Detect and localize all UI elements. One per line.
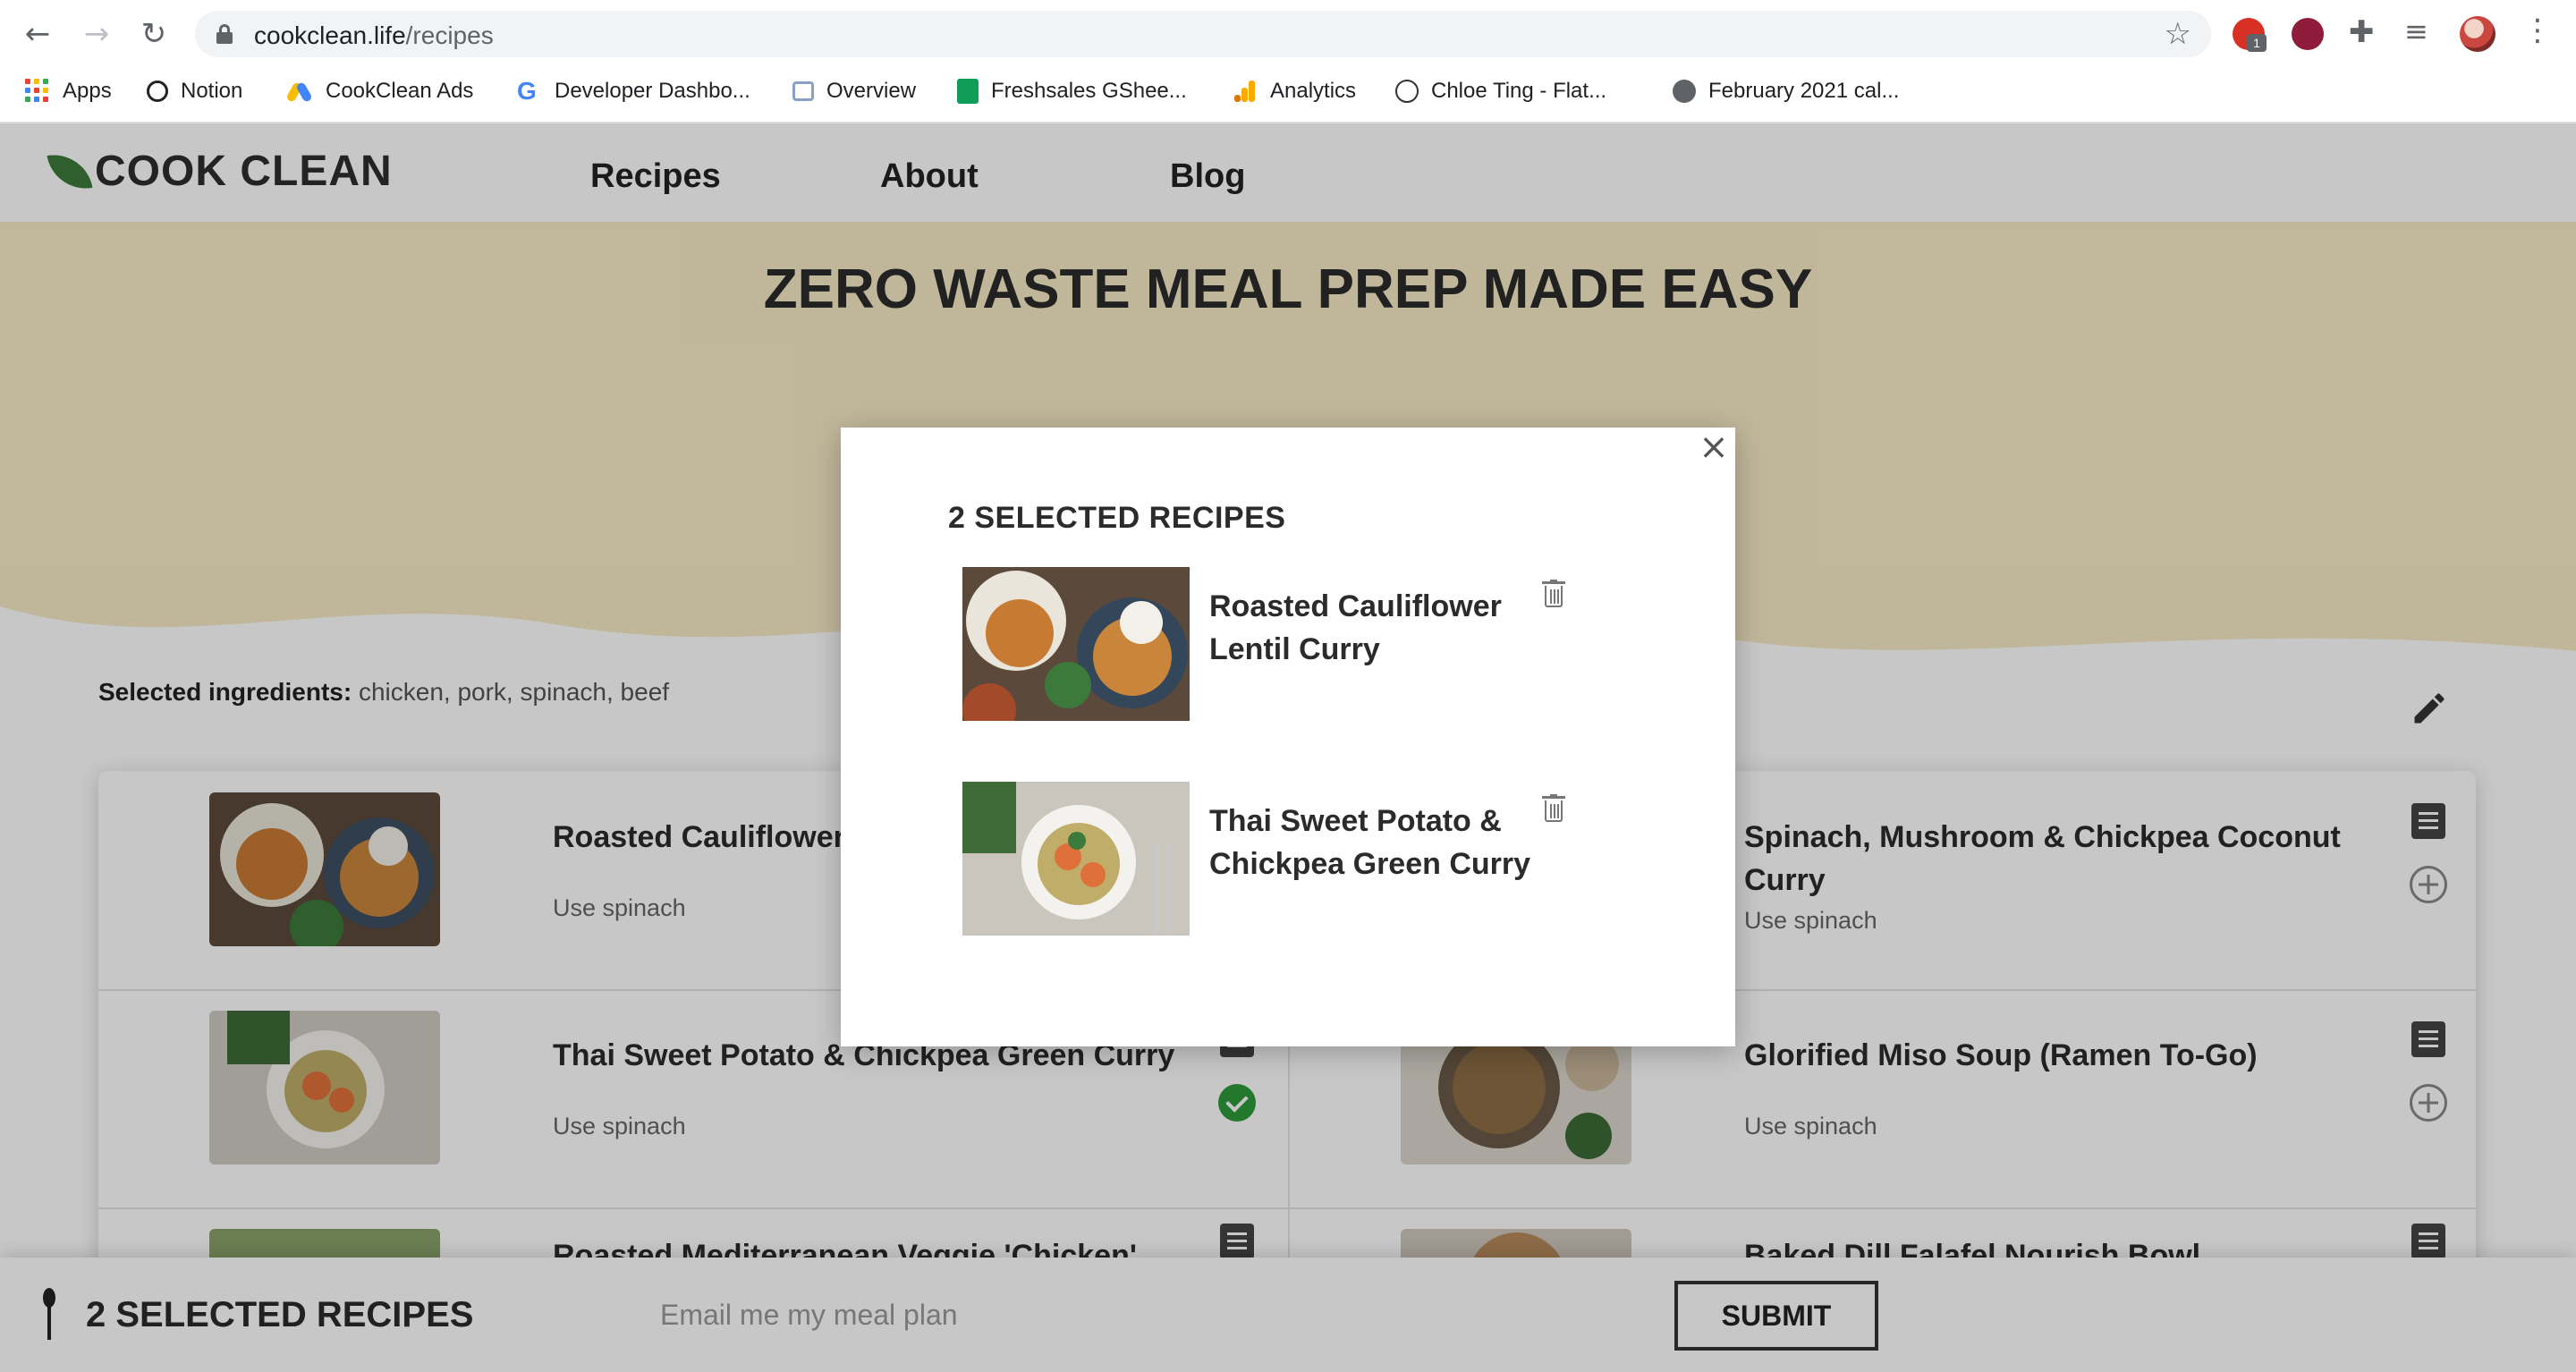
trash-icon[interactable]: [1542, 794, 1565, 823]
extension-aha-icon[interactable]: [2292, 18, 2324, 50]
bookmarks-bar: Apps Notion CookClean Ads G Developer Da…: [0, 72, 2576, 111]
notion-icon: [147, 80, 168, 102]
lock-icon: [216, 24, 233, 44]
selected-recipe-item: Roasted Cauliflower Lentil Curry: [962, 567, 1678, 721]
selected-recipe-title: Thai Sweet Potato & Chickpea Green Curry: [1209, 804, 1531, 881]
selected-recipe-image: [962, 782, 1190, 936]
media-queue-icon[interactable]: ≡: [2404, 14, 2428, 48]
profile-avatar[interactable]: [2460, 16, 2496, 52]
apps-icon: [25, 79, 50, 104]
trash-icon[interactable]: [1542, 580, 1565, 608]
bookmark-freshsales[interactable]: Freshsales GShee...: [957, 75, 1187, 107]
bookmark-chloe-ting[interactable]: Chloe Ting - Flat...: [1395, 75, 1606, 107]
bookmark-february-calendar[interactable]: February 2021 cal...: [1673, 75, 1899, 107]
google-icon: G: [517, 77, 537, 105]
browser-chrome: ← → ↻ cookclean.life/recipes ☆ 1 ✚ ≡ ⋮ A…: [0, 0, 2576, 123]
selected-recipe-image: [962, 567, 1190, 721]
analytics-icon: [1233, 79, 1258, 104]
selected-recipes-modal: × 2 SELECTED RECIPES Roasted Cauliflower…: [841, 428, 1735, 1046]
google-ads-icon: [285, 79, 313, 104]
extensions-puzzle-icon[interactable]: ✚: [2349, 14, 2375, 50]
bookmark-overview[interactable]: Overview: [792, 75, 916, 107]
bookmark-star-icon[interactable]: ☆: [2165, 16, 2191, 52]
web-page: COOK CLEAN Recipes About Blog ZERO WASTE…: [0, 123, 2576, 1372]
bookmark-notion[interactable]: Notion: [147, 75, 242, 107]
bookmark-developer-dashboard[interactable]: G Developer Dashbo...: [517, 75, 750, 107]
selected-recipe-item: Thai Sweet Potato & Chickpea Green Curry: [962, 782, 1678, 936]
address-bar[interactable]: cookclean.life/recipes ☆: [195, 11, 2211, 57]
modal-title: 2 SELECTED RECIPES: [948, 501, 1286, 535]
extension-badge: 1: [2247, 34, 2267, 52]
bookmark-analytics[interactable]: Analytics: [1233, 75, 1356, 107]
sheets-icon: [957, 79, 979, 104]
chloe-ting-icon: [1395, 80, 1419, 103]
reload-icon[interactable]: ↻: [136, 16, 172, 52]
forward-icon[interactable]: →: [79, 16, 114, 52]
url-text[interactable]: cookclean.life/recipes: [254, 21, 494, 50]
bookmark-cookclean-ads[interactable]: CookClean Ads: [285, 75, 473, 107]
browser-menu-icon[interactable]: ⋮: [2522, 13, 2553, 48]
selected-recipe-title: Roasted Cauliflower Lentil Curry: [1209, 589, 1502, 666]
back-icon[interactable]: ←: [20, 16, 55, 52]
overview-icon: [792, 81, 814, 101]
close-icon[interactable]: ×: [1698, 429, 1730, 465]
browser-toolbar: ← → ↻ cookclean.life/recipes ☆ 1 ✚ ≡ ⋮: [0, 0, 2576, 68]
bookmark-apps[interactable]: Apps: [25, 75, 112, 107]
globe-icon: [1673, 80, 1696, 103]
extension-red-icon[interactable]: 1: [2233, 18, 2267, 52]
